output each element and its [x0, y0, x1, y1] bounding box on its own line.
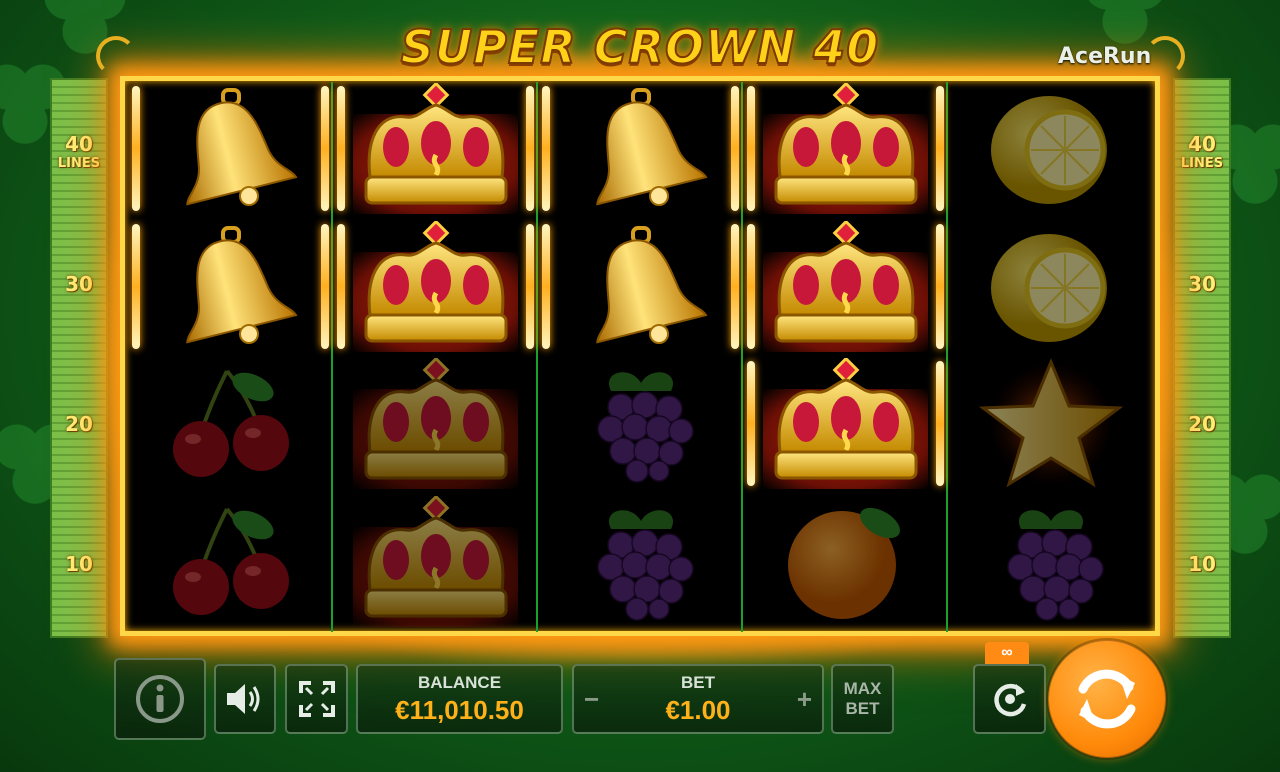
symbol-cell — [333, 494, 538, 632]
symbol-cell — [538, 495, 743, 632]
win-glow-bar — [731, 223, 739, 349]
symbol-cell — [948, 82, 1153, 219]
symbol-cell — [948, 495, 1153, 632]
win-glow-bar — [337, 223, 345, 349]
bell-icon — [161, 225, 301, 351]
symbol-cell — [333, 219, 538, 357]
autoplay-icon — [993, 683, 1026, 717]
symbol-cell — [128, 495, 333, 632]
symbol-cell — [333, 81, 538, 219]
win-glow-bar — [132, 86, 140, 211]
win-glow-bar — [731, 86, 739, 211]
crown-icon — [766, 356, 926, 493]
crown-icon — [356, 494, 516, 631]
balance-label: BALANCE — [417, 672, 502, 692]
symbol-cell — [128, 82, 333, 219]
win-glow-bar — [747, 86, 755, 211]
win-glow-bar — [542, 86, 550, 211]
fullscreen-icon — [298, 681, 335, 717]
reel-1 — [128, 82, 333, 632]
win-glow-bar — [936, 361, 944, 486]
info-icon — [136, 675, 184, 723]
win-glow-bar — [526, 86, 534, 211]
grapes-icon — [571, 363, 711, 488]
symbol-cell — [948, 220, 1153, 357]
symbol-cell — [333, 356, 538, 494]
lemon-icon — [981, 88, 1121, 213]
win-glow-bar — [321, 223, 329, 349]
spin-button-ring — [1046, 638, 1168, 760]
win-glow-bar — [321, 86, 329, 211]
grapes-icon — [981, 501, 1121, 626]
win-glow-bar — [936, 86, 944, 211]
fullscreen-button[interactable] — [285, 664, 348, 734]
symbol-cell — [538, 357, 743, 494]
spin-button[interactable] — [1046, 638, 1168, 760]
speaker-icon — [227, 684, 260, 714]
win-glow-bar — [526, 223, 534, 349]
win-glow-bar — [747, 223, 755, 349]
crown-icon — [356, 81, 516, 218]
symbol-cell — [538, 82, 743, 219]
reel-4 — [743, 81, 948, 632]
crown-icon — [356, 219, 516, 356]
reels-area[interactable] — [128, 81, 1154, 632]
symbol-cell — [948, 357, 1153, 494]
crown-icon — [356, 356, 516, 493]
win-glow-bar — [936, 223, 944, 349]
win-glow-bar — [542, 223, 550, 349]
balance-display: BALANCE €11,010.50 — [356, 664, 563, 734]
lemon-icon — [981, 226, 1121, 351]
orange-icon — [776, 501, 916, 626]
bell-icon — [571, 88, 711, 213]
symbol-cell — [128, 220, 333, 357]
symbol-cell — [743, 495, 948, 632]
star-icon — [961, 358, 1141, 493]
symbol-cell — [743, 81, 948, 219]
autoplay-button[interactable] — [973, 664, 1046, 734]
max-bet-label: MAX — [843, 679, 882, 698]
symbol-cell — [538, 220, 743, 357]
max-bet-button[interactable]: MAX BET — [831, 664, 894, 734]
max-bet-label: BET — [845, 699, 880, 718]
symbol-cell — [743, 219, 948, 357]
balance-value: €11,010.50 — [395, 694, 524, 725]
symbol-cell — [128, 357, 333, 494]
autoplay-infinity-badge: ∞ — [985, 642, 1029, 664]
reel-2 — [333, 81, 538, 632]
reel-3 — [538, 82, 743, 632]
bet-selector: − BET €1.00 + — [572, 664, 824, 734]
sound-button[interactable] — [214, 664, 276, 734]
bell-icon — [571, 225, 711, 351]
crown-icon — [766, 81, 926, 218]
bet-increase-button[interactable]: + — [797, 684, 812, 715]
cherries-icon — [161, 363, 301, 488]
cherries-icon — [161, 501, 301, 626]
win-glow-bar — [747, 361, 755, 486]
bet-label: BET — [681, 672, 715, 692]
bet-value: €1.00 — [665, 694, 731, 725]
grapes-icon — [571, 501, 711, 626]
symbol-cell — [743, 356, 948, 494]
bet-decrease-button[interactable]: − — [584, 684, 599, 715]
provider-logo: AceRun — [1058, 44, 1152, 69]
info-button[interactable] — [114, 658, 206, 740]
win-glow-bar — [337, 86, 345, 211]
reel-5 — [948, 82, 1154, 632]
bell-icon — [161, 88, 301, 213]
crown-icon — [766, 219, 926, 356]
win-glow-bar — [132, 223, 140, 349]
